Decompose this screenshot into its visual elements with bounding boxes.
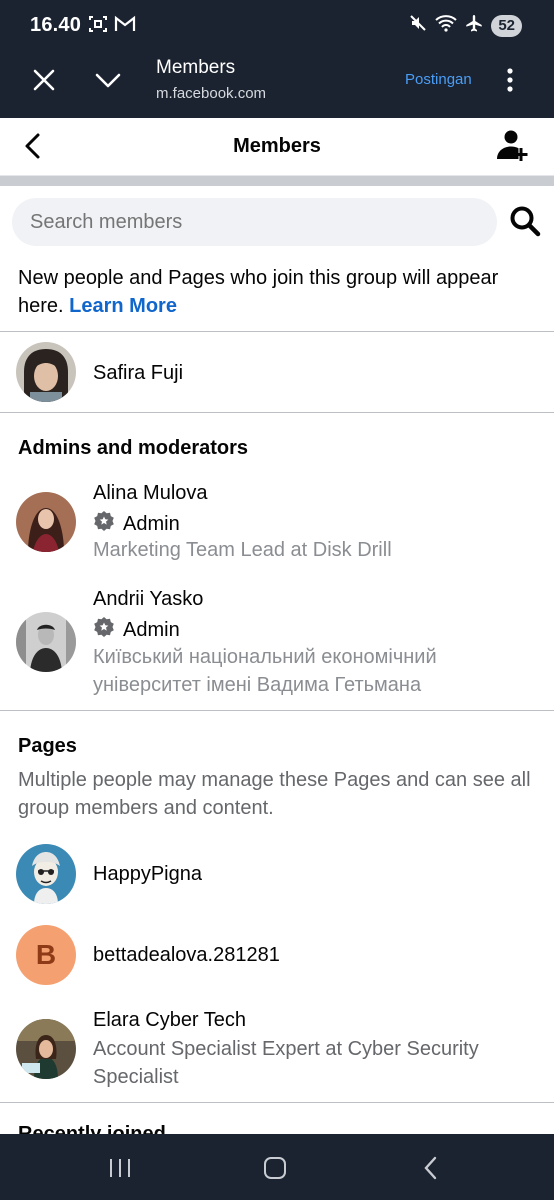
avatar[interactable]: B — [16, 925, 76, 985]
status-left-icons — [88, 14, 136, 39]
avatar[interactable] — [16, 342, 76, 402]
page-title: Members — [233, 135, 321, 157]
home-icon[interactable] — [263, 1156, 287, 1180]
member-subtitle: Marketing Team Lead at Disk Drill — [93, 539, 392, 561]
avatar[interactable] — [16, 844, 76, 904]
admin-label: Admin — [123, 618, 180, 641]
close-icon[interactable] — [30, 66, 58, 94]
page-name[interactable]: HappyPigna — [93, 863, 202, 886]
learn-more-link[interactable]: Learn More — [69, 295, 177, 317]
member-subtitle: Київський національний економічний уніве… — [93, 646, 437, 696]
browser-action-link[interactable]: Postingan — [405, 71, 472, 88]
info-text: New people and Pages who join this group… — [18, 264, 543, 320]
nav-back-icon[interactable] — [420, 1156, 442, 1180]
header-divider — [0, 176, 554, 186]
search-icon[interactable] — [508, 204, 542, 238]
section-title-pages: Pages — [18, 735, 77, 757]
admin-role: Admin — [93, 510, 180, 538]
add-member-icon[interactable] — [494, 128, 530, 164]
avatar[interactable] — [16, 1019, 76, 1079]
chevron-down-icon[interactable] — [94, 66, 122, 94]
member-name[interactable]: Alina Mulova — [93, 482, 208, 505]
divider — [0, 1102, 554, 1103]
status-time: 16.40 — [30, 14, 82, 36]
browser-bar: Members m.facebook.com Postingan — [0, 52, 554, 118]
system-nav-bar — [0, 1134, 554, 1200]
member-name[interactable]: Andrii Yasko — [93, 588, 203, 611]
section-title-admins: Admins and moderators — [18, 437, 249, 459]
gmail-icon — [114, 14, 136, 39]
divider — [0, 412, 554, 413]
avatar[interactable] — [16, 492, 76, 552]
divider — [0, 710, 554, 711]
screenshot-icon — [88, 14, 108, 39]
more-vertical-icon[interactable] — [500, 66, 520, 94]
avatar-initial: B — [35, 939, 57, 970]
page-name[interactable]: Elara Cyber Tech — [93, 1009, 246, 1032]
page-subtitle: Account Specialist Expert at Cyber Secur… — [93, 1038, 479, 1088]
page-name[interactable]: bettadealova.281281 — [93, 944, 280, 967]
admin-label: Admin — [123, 512, 180, 535]
avatar[interactable] — [16, 612, 76, 672]
mute-icon — [409, 14, 427, 37]
recent-apps-icon[interactable] — [108, 1158, 132, 1178]
status-right-icons: 52 — [409, 14, 522, 37]
section-description: Multiple people may manage these Pages a… — [18, 769, 531, 819]
search-input[interactable] — [12, 198, 497, 246]
current-user-name[interactable]: Safira Fuji — [93, 362, 183, 385]
admin-badge-icon — [93, 616, 115, 644]
airplane-icon — [465, 14, 483, 37]
wifi-icon — [435, 14, 457, 37]
divider — [0, 331, 554, 332]
browser-url: m.facebook.com — [156, 85, 267, 102]
browser-title: Members — [156, 57, 236, 78]
status-bar: 16.40 52 — [0, 0, 554, 52]
battery-indicator: 52 — [491, 14, 522, 37]
admin-role: Admin — [93, 616, 180, 644]
admin-badge-icon — [93, 510, 115, 538]
page-header: Members — [0, 118, 554, 176]
